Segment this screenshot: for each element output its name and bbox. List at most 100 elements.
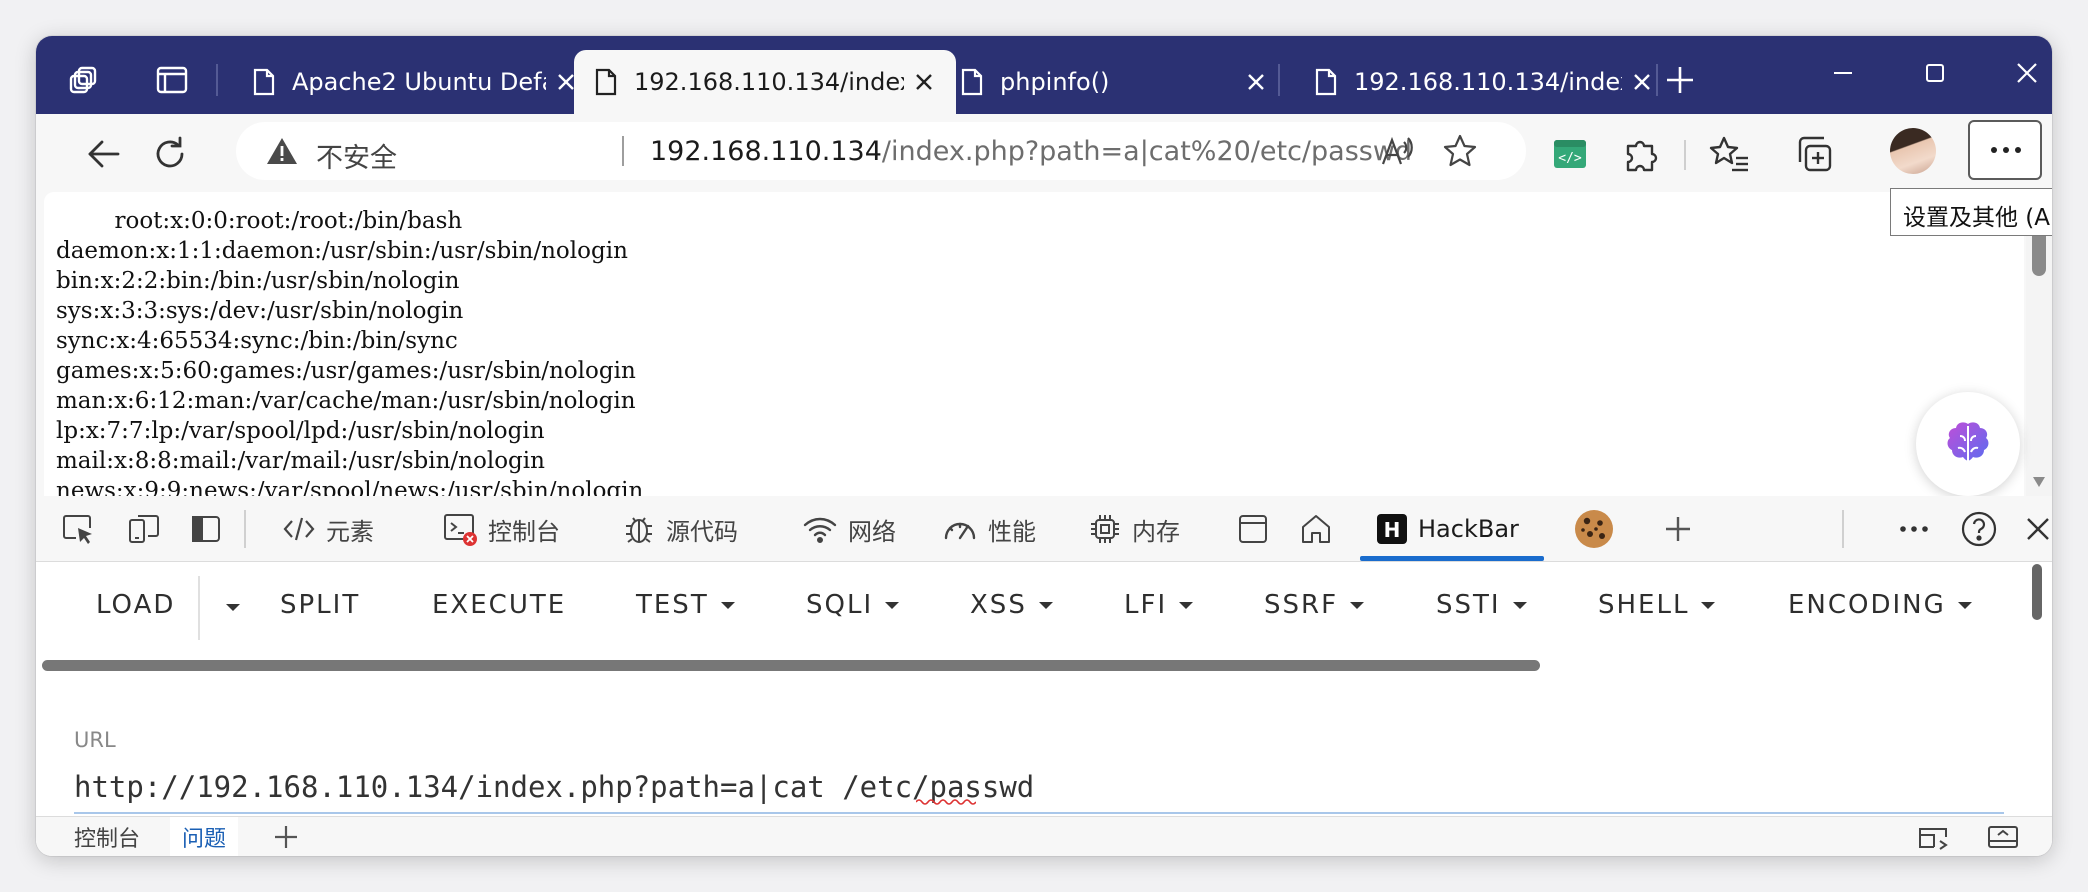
ssti-menu-button[interactable]: SSTI [1436, 590, 1527, 620]
tab-memory[interactable]: 内存 [1088, 496, 1180, 562]
extensions-icon[interactable] [1618, 132, 1662, 176]
url-text[interactable]: 192.168.110.134/index.php?path=a|cat%20/… [650, 136, 1412, 167]
execute-button[interactable]: EXECUTE [432, 590, 566, 620]
more-tools-add-icon[interactable] [1662, 496, 1704, 562]
drawer-tab-console[interactable]: 控制台 [62, 817, 152, 856]
inspect-icon[interactable] [60, 496, 106, 562]
close-icon[interactable] [910, 68, 938, 96]
hackbar-url-input[interactable]: http://192.168.110.134/index.php?path=a|… [74, 770, 2004, 814]
tab-sources-label: 源代码 [666, 517, 738, 546]
spellcheck-underline [916, 799, 976, 805]
dev-extension-icon[interactable]: </> [1548, 132, 1592, 176]
tab-performance[interactable]: 性能 [942, 496, 1036, 562]
page-icon [595, 68, 617, 96]
page-scrollbar[interactable] [2026, 192, 2052, 496]
toolbar-divider [1684, 140, 1686, 170]
ssrf-menu-button[interactable]: SSRF [1264, 590, 1365, 620]
shell-menu-button[interactable]: SHELL [1598, 590, 1716, 620]
minimize-icon[interactable] [1820, 50, 1866, 96]
profile-avatar[interactable] [1890, 128, 1936, 174]
tab-active[interactable]: 192.168.110.134/index.php?path=a|cat%20/… [574, 50, 956, 114]
tab-elements[interactable]: 元素 [282, 496, 374, 562]
devtools-more-icon[interactable] [1898, 496, 1940, 562]
application-icon[interactable] [1236, 496, 1280, 562]
close-devtools-icon[interactable] [2024, 496, 2052, 562]
url-path: /index.php?path=a|cat%20/etc/passwd [881, 136, 1413, 167]
workspaces-icon[interactable] [66, 62, 102, 98]
caret-down-icon [720, 601, 735, 609]
caret-down-icon [1350, 601, 1365, 609]
tab-title: phpinfo() [1000, 68, 1110, 96]
split-button[interactable]: SPLIT [280, 590, 360, 620]
tab-network-label: 网络 [848, 517, 896, 546]
devtools-divider [244, 510, 246, 548]
tab-phpinfo[interactable]: phpinfo() [940, 50, 1288, 114]
back-icon[interactable] [82, 132, 126, 176]
copilot-brain-icon[interactable] [1916, 392, 2020, 496]
collections-icon[interactable] [1792, 132, 1836, 176]
tab-apache[interactable]: Apache2 Ubuntu Default Page: It works [232, 50, 598, 114]
lfi-menu-button[interactable]: LFI [1124, 590, 1194, 620]
device-emulation-icon[interactable] [126, 496, 172, 562]
hackbar-icon: H [1377, 514, 1407, 544]
dock-side-icon[interactable] [190, 496, 232, 562]
maximize-icon[interactable] [1912, 50, 1958, 96]
cookie-icon[interactable] [1572, 496, 1626, 562]
scroll-down-arrow-icon[interactable] [2032, 476, 2046, 488]
tab-actions-icon[interactable] [154, 62, 190, 98]
drawer-tab-issues[interactable]: 问题 [170, 817, 239, 856]
hackbar-toolbar: LOAD SPLIT EXECUTE TEST SQLI XSS LFI SSR… [36, 562, 2052, 658]
xss-label: XSS [970, 590, 1027, 620]
caret-down-icon [1038, 601, 1053, 609]
tab-title: Apache2 Ubuntu Default Page: It works [292, 68, 546, 96]
tab-memory-label: 内存 [1132, 517, 1180, 546]
read-aloud-icon[interactable] [1380, 134, 1416, 168]
warning-icon[interactable] [266, 136, 298, 166]
tab-console[interactable]: 控制台 [442, 496, 560, 562]
caret-down-icon [226, 604, 240, 611]
devtools-tabbar: 元素 控制台 源代码 网络 性能 内存 H HackBar [36, 496, 2052, 562]
security-label[interactable]: 不安全 [316, 136, 397, 175]
drawer-dock-icon[interactable] [1916, 823, 1950, 851]
drawer-add-tab-icon[interactable] [272, 823, 300, 851]
hackbar-horizontal-scrollbar[interactable] [42, 660, 1540, 671]
caret-down-icon [885, 601, 900, 609]
sqli-label: SQLI [806, 590, 874, 620]
tab-network[interactable]: 网络 [802, 496, 896, 562]
lfi-label: LFI [1124, 590, 1168, 620]
gauge-icon [944, 522, 976, 540]
close-window-icon[interactable] [2004, 50, 2050, 96]
welcome-home-icon[interactable] [1298, 496, 1344, 562]
tab-divider [216, 64, 218, 96]
tab-index[interactable]: 192.168.110.134/index.php [1294, 50, 1674, 114]
xss-menu-button[interactable]: XSS [970, 590, 1053, 620]
settings-more-button[interactable] [1968, 120, 2042, 180]
help-icon[interactable] [1960, 496, 2008, 562]
load-options-dropdown[interactable] [214, 604, 240, 611]
close-icon[interactable] [1242, 68, 1270, 96]
caret-down-icon [1512, 601, 1527, 609]
load-button[interactable]: LOAD [96, 590, 175, 620]
page-icon [961, 68, 983, 96]
encoding-menu-button[interactable]: ENCODING [1788, 590, 1972, 620]
test-menu-button[interactable]: TEST [636, 590, 735, 620]
tab-hackbar-label: HackBar [1418, 515, 1519, 543]
favorite-star-icon[interactable] [1442, 133, 1478, 169]
sqli-menu-button[interactable]: SQLI [806, 590, 900, 620]
hackbar-vertical-scrollbar[interactable] [2032, 564, 2042, 620]
wifi-icon [803, 517, 837, 544]
new-tab-icon[interactable] [1662, 62, 1698, 98]
address-bar[interactable]: 不安全 192.168.110.134/index.php?path=a|cat… [236, 122, 1526, 180]
split-button-divider [198, 576, 200, 640]
svg-text:H: H [1384, 518, 1401, 542]
tab-hackbar[interactable]: H HackBar [1376, 496, 1519, 562]
favorites-icon[interactable] [1708, 132, 1752, 176]
tab-elements-label: 元素 [326, 517, 374, 546]
active-tab-indicator [1360, 556, 1544, 561]
refresh-icon[interactable] [148, 132, 192, 176]
devtools-drawer: 控制台 问题 [36, 816, 2052, 856]
tab-sources[interactable]: 源代码 [622, 496, 738, 562]
drawer-collapse-icon[interactable] [1986, 823, 2020, 851]
tab-divider [1656, 64, 1658, 96]
close-icon[interactable] [1628, 68, 1656, 96]
